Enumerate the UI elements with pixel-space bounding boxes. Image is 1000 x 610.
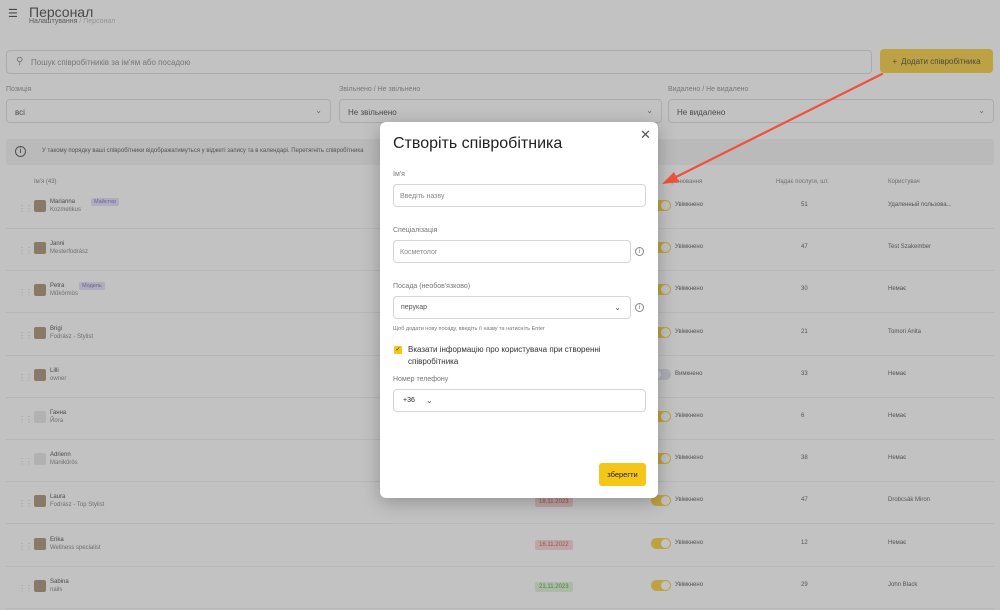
name-field[interactable] — [393, 184, 646, 207]
modal-title: Створіть співробітника — [393, 135, 563, 152]
user-info-checkbox-label[interactable]: Вказати інформацію про користувача при с… — [408, 344, 638, 368]
specialization-field[interactable] — [393, 240, 631, 263]
position-label: Посада (необов'язково) — [393, 283, 471, 290]
create-employee-modal: ✕ Створіть співробітника Ім'я Спеціаліза… — [380, 122, 658, 498]
position-hint: Щоб додати нову посаду, введіть її назву… — [393, 326, 545, 332]
phone-field[interactable]: +36 ⌄ — [393, 389, 646, 412]
phone-country-code[interactable]: +36 — [403, 397, 415, 404]
specialization-input[interactable] — [400, 245, 580, 259]
info-icon[interactable]: i — [635, 247, 644, 256]
chevron-down-icon[interactable]: ⌄ — [426, 396, 433, 405]
name-input[interactable] — [400, 189, 580, 203]
specialization-label: Спеціалізація — [393, 227, 438, 234]
close-icon[interactable]: ✕ — [640, 128, 651, 142]
name-label: Ім'я — [393, 171, 405, 178]
phone-label: Номер телефону — [393, 376, 449, 383]
chevron-down-icon: ⌄ — [614, 303, 621, 312]
position-value: перукар — [401, 304, 428, 311]
user-info-checkbox[interactable]: ✓ — [394, 346, 402, 354]
position-select[interactable]: перукар ⌄ — [393, 296, 631, 319]
save-button[interactable]: зберегти — [599, 463, 646, 486]
info-icon[interactable]: i — [635, 303, 644, 312]
